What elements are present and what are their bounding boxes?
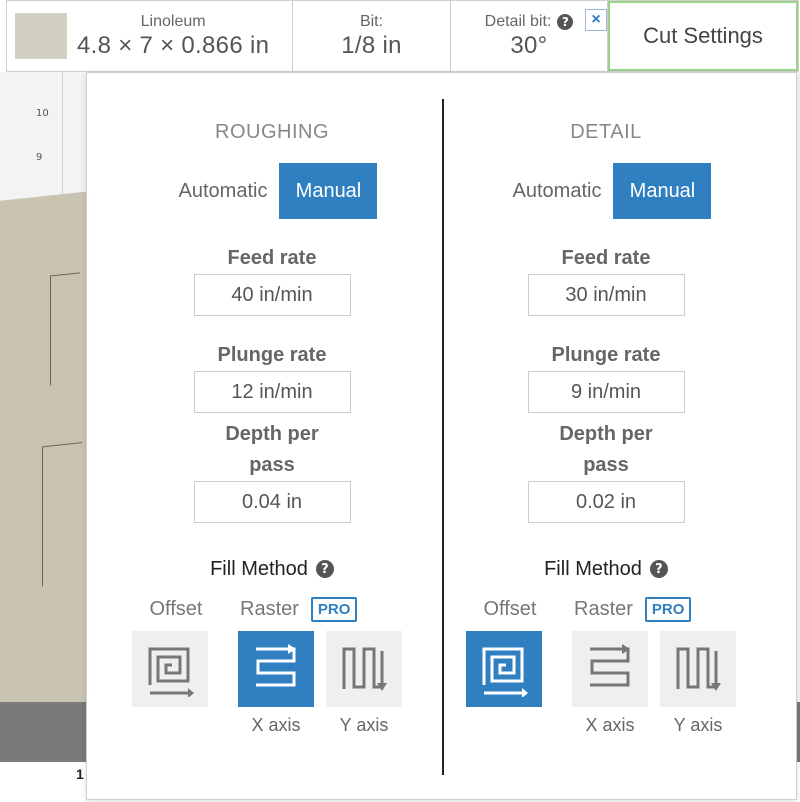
fill-method-label: Fill Method [210,557,308,580]
fill-method-tiles [132,631,412,707]
material-name: Linoleum [140,13,206,30]
raster-x-icon [256,644,296,687]
bit-selector[interactable]: Bit: 1/8 in [293,1,451,71]
feed-rate-input[interactable] [193,274,351,316]
detail-column: DETAIL Automatic Manual Feed rate Plunge… [439,73,773,739]
fill-method-tiles [466,631,746,707]
fill-method-header: Fill Method ? [544,555,668,583]
manual-button[interactable]: Manual [613,163,712,219]
plunge-rate-input[interactable] [527,371,685,413]
axis-labels: X axis Y axis [132,715,412,739]
detail-bit-selector[interactable]: Detail bit: ? 30° × [451,1,608,71]
detail-mode-toggle: Automatic Manual [501,163,712,219]
raster-y-button[interactable] [660,631,736,707]
raster-label: Raster [240,597,299,620]
ruler-label: 10 [36,108,49,119]
offset-label: Offset [483,597,537,620]
cut-settings-panel: ROUGHING Automatic Manual Feed rate Plun… [86,72,797,800]
axis-labels: X axis Y axis [466,715,746,739]
depth-per-pass-input[interactable] [527,481,685,523]
offset-fill-button[interactable] [132,631,208,707]
help-icon[interactable]: ? [649,560,668,578]
plunge-rate-input[interactable] [193,371,351,413]
offset-fill-button[interactable] [466,631,542,707]
automatic-button[interactable]: Automatic [501,163,614,219]
roughing-column: ROUGHING Automatic Manual Feed rate Plun… [105,73,439,739]
close-icon[interactable]: × [585,9,607,31]
detail-bit-label: Detail bit: [484,13,552,30]
x-axis-label: X axis [585,715,635,735]
material-selector[interactable]: Linoleum 4.8 × 7 × 0.866 in [7,1,293,71]
ruler-label: 1 [76,766,84,782]
feed-rate-input[interactable] [527,274,685,316]
fill-method-options-header: Offset Raster PRO [132,593,412,625]
ruler-line [62,72,63,212]
depth-per-pass-label: Depth per pass [559,423,653,476]
pro-badge: PRO [310,596,358,622]
raster-x-icon [590,644,630,687]
fill-method-options-header: Offset Raster PRO [466,593,746,625]
detail-bit-value: 30° [510,32,548,59]
raster-label: Raster [574,597,633,620]
detail-title: DETAIL [570,121,642,143]
top-toolbar: Linoleum 4.8 × 7 × 0.866 in Bit: 1/8 in … [6,0,799,72]
depth-per-pass-label: Depth per pass [225,423,319,476]
feed-rate-label: Feed rate [561,247,651,269]
material-size: 4.8 × 7 × 0.866 in [77,32,270,59]
raster-y-icon [342,647,387,691]
raster-x-button[interactable] [238,631,314,707]
offset-spiral-icon [482,647,528,697]
offset-spiral-icon [148,647,194,697]
bit-value: 1/8 in [341,32,402,59]
plunge-rate-label: Plunge rate [217,344,327,366]
plunge-rate-label: Plunge rate [551,344,661,366]
x-axis-label: X axis [251,715,301,735]
material-swatch [15,13,67,59]
fill-method-header: Fill Method ? [210,555,334,583]
help-icon[interactable]: ? [557,14,574,30]
manual-button[interactable]: Manual [279,163,378,219]
help-icon[interactable]: ? [315,560,334,578]
design-outline [42,442,82,587]
cut-settings-label: Cut Settings [643,23,763,48]
cut-settings-button[interactable]: Cut Settings [608,1,798,71]
bit-label: Bit: [359,13,384,30]
feed-rate-label: Feed rate [227,247,317,269]
roughing-title: ROUGHING [215,121,329,143]
design-outline [50,272,80,386]
pro-badge: PRO [644,596,692,622]
automatic-button[interactable]: Automatic [167,163,280,219]
raster-x-button[interactable] [572,631,648,707]
y-axis-label: Y axis [673,715,723,735]
ruler-label: 9 [36,152,43,163]
y-axis-label: Y axis [339,715,389,735]
roughing-mode-toggle: Automatic Manual [167,163,378,219]
offset-label: Offset [149,597,203,620]
depth-per-pass-input[interactable] [193,481,351,523]
fill-method-label: Fill Method [544,557,642,580]
raster-y-icon [676,647,721,691]
raster-y-button[interactable] [326,631,402,707]
